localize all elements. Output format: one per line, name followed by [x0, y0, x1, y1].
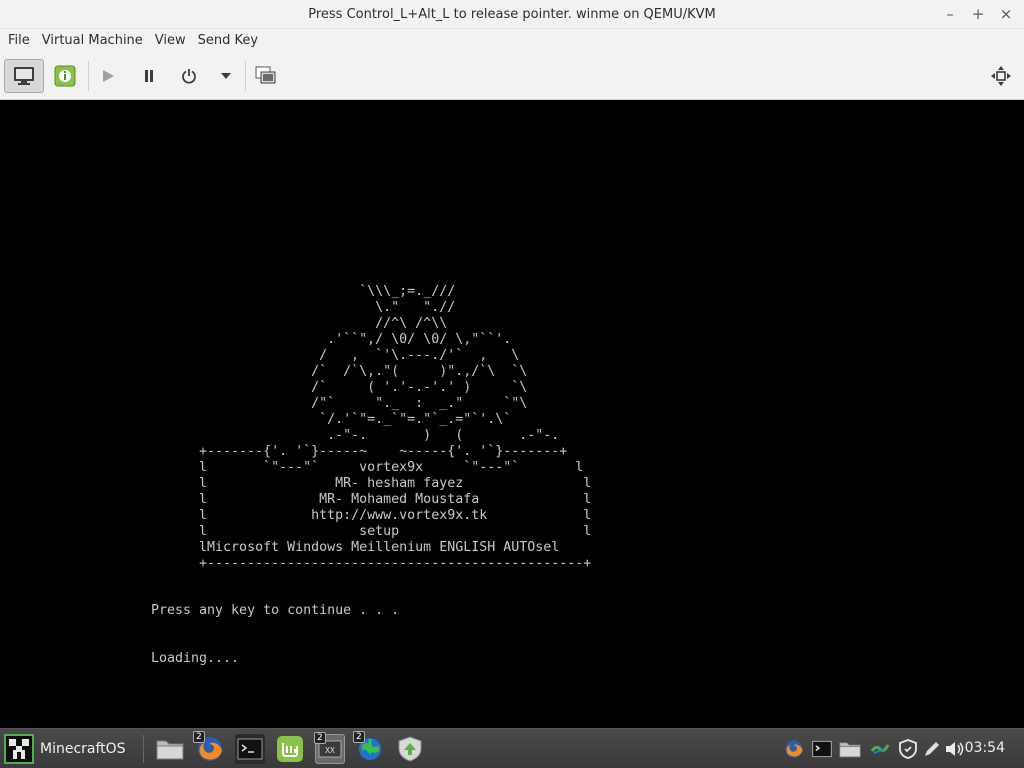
tray-firefox[interactable] [783, 738, 805, 760]
toolbar [0, 53, 1024, 100]
run-button[interactable] [94, 59, 122, 93]
window-count-badge: 2 [353, 731, 365, 743]
power-menu-button[interactable] [214, 59, 238, 93]
pause-button[interactable] [135, 59, 163, 93]
press-any-key-prompt: Press any key to continue . . . [151, 603, 400, 618]
terminal-icon [237, 738, 263, 760]
shield-icon [899, 739, 917, 759]
fullscreen-icon [991, 66, 1011, 86]
tray-pen[interactable] [921, 738, 943, 760]
tray-network-tool[interactable] [869, 738, 891, 760]
menu-bar: File Virtual Machine View Send Key [0, 29, 1024, 53]
show-console-button[interactable] [4, 59, 44, 93]
window-count-badge: 2 [314, 732, 326, 744]
start-menu-button[interactable]: MinecraftOS [4, 733, 132, 765]
taskbar-separator [143, 735, 144, 763]
network-icon [870, 744, 890, 754]
clock[interactable]: 03:54 [965, 740, 1005, 756]
folder-icon [156, 740, 184, 760]
folder-icon [839, 742, 861, 758]
menu-view[interactable]: View [149, 29, 192, 53]
close-button[interactable]: × [996, 4, 1016, 24]
creeper-icon [4, 734, 34, 764]
volume-icon [946, 742, 964, 756]
loading-text: Loading.... [151, 651, 240, 666]
window-title: Press Control_L+Alt_L to release pointer… [308, 6, 716, 22]
taskbar-terminal[interactable] [235, 734, 265, 764]
toolbar-separator [88, 61, 89, 91]
power-button[interactable] [175, 59, 203, 93]
taskbar-update-manager[interactable] [395, 734, 425, 764]
svg-text:XX: XX [325, 746, 335, 755]
menu-file[interactable]: File [2, 29, 36, 53]
snapshots-button[interactable] [251, 59, 281, 93]
monitor-icon [14, 67, 34, 85]
window-count-badge: 2 [193, 731, 205, 743]
mint-logo-icon [277, 736, 303, 762]
start-menu-label: MinecraftOS [40, 741, 126, 757]
tray-volume[interactable] [944, 738, 966, 760]
play-icon [103, 70, 114, 82]
pen-icon [925, 742, 939, 756]
toolbar-separator [245, 61, 246, 91]
snapshots-icon [255, 66, 276, 84]
pause-icon [145, 70, 153, 82]
chevron-down-icon [221, 73, 231, 79]
title-bar: Press Control_L+Alt_L to release pointer… [0, 0, 1024, 29]
tray-shield[interactable] [897, 738, 919, 760]
minimize-button[interactable]: – [940, 4, 960, 24]
maximize-button[interactable]: + [968, 4, 988, 24]
shield-update-icon [398, 736, 422, 762]
setup-ascii-banner: `\\\_;=._/// \." ".// //^\ /^\\ .'``",/ … [199, 284, 592, 571]
firefox-icon [785, 740, 803, 758]
fullscreen-button[interactable] [986, 59, 1016, 93]
taskbar-mint-software[interactable] [275, 734, 305, 764]
tray-files[interactable] [839, 738, 861, 760]
window-controls: – + × [940, 4, 1016, 24]
taskbar-firefox[interactable]: 2 [193, 731, 225, 764]
taskbar-files[interactable] [155, 734, 185, 764]
tray-terminal[interactable] [811, 738, 833, 760]
power-icon [182, 69, 196, 84]
info-icon [54, 65, 76, 87]
taskbar-download-manager[interactable]: 2 [353, 731, 385, 764]
menu-virtual-machine[interactable]: Virtual Machine [36, 29, 149, 53]
show-details-button[interactable] [48, 59, 82, 93]
taskbar: MinecraftOS 2 2 XX 2 03:54 [0, 728, 1024, 768]
taskbar-virt-manager[interactable]: 2 XX [314, 732, 345, 764]
vm-display[interactable]: `\\\_;=._/// \." ".// //^\ /^\\ .'``",/ … [0, 100, 1024, 728]
terminal-icon [812, 740, 832, 758]
menu-send-key[interactable]: Send Key [192, 29, 264, 53]
